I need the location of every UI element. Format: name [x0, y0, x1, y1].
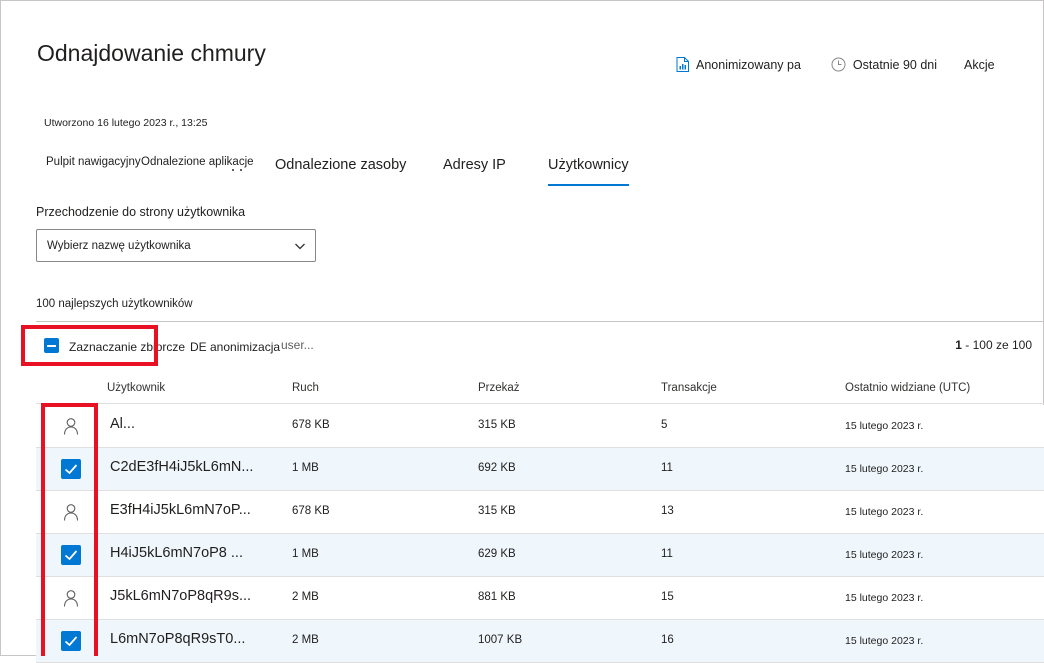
user-name-dropdown[interactable]: Wybierz nazwę użytkownika — [36, 229, 316, 262]
traffic-cell: 2 MB — [292, 591, 319, 603]
column-header-transactions[interactable]: Transakcje — [661, 382, 717, 394]
tab-ip-addresses[interactable]: Adresy IP — [443, 157, 506, 173]
bulk-select-label[interactable]: Zaznaczanie zbiorcze — [69, 340, 185, 354]
person-icon — [63, 504, 79, 521]
user-name-link[interactable]: Al... — [110, 416, 268, 432]
user-more-button[interactable]: user... — [281, 338, 314, 352]
table-row[interactable]: J5kL6mN7oP8qR9s... 2 MB 881 KB 15 15 lutego … — [36, 577, 1044, 620]
checkmark-icon — [64, 464, 78, 475]
report-button[interactable]: Anonimizowany pa — [676, 57, 801, 72]
divider — [36, 321, 1044, 322]
upload-cell: 315 KB — [478, 419, 516, 431]
column-header-user[interactable]: Użytkownik — [107, 382, 165, 394]
last-seen-cell: 15 lutego 2023 r. — [845, 635, 924, 647]
upload-cell: 315 KB — [478, 505, 516, 517]
row-selector[interactable] — [61, 502, 81, 522]
chevron-down-icon — [295, 243, 305, 250]
user-name-placeholder: Wybierz nazwę użytkownika — [47, 239, 191, 252]
paging-total: - 100 ze 100 — [961, 338, 1032, 352]
column-header-traffic[interactable]: Ruch — [292, 382, 319, 394]
table-row[interactable]: E3fH4iJ5kL6mN7oP... 678 KB 315 KB 13 15 lute… — [36, 491, 1044, 534]
last-seen-cell: 15 lutego 2023 r. — [845, 463, 924, 475]
person-icon — [63, 590, 79, 607]
last-seen-cell: 15 lutego 2023 r. — [845, 506, 924, 518]
top-users-label: 100 najlepszych użytkowników — [36, 298, 193, 310]
row-checkbox-checked[interactable] — [61, 545, 81, 565]
user-name-link[interactable]: J5kL6mN7oP8qR9s... — [110, 588, 268, 604]
page-title: Odnajdowanie chmury — [37, 40, 266, 66]
column-header-upload[interactable]: Przekaż — [478, 382, 520, 394]
table-row[interactable]: C2dE3fH4iJ5kL6mN... 1 MB 692 KB 11 15 lutego… — [36, 448, 1044, 491]
report-icon — [676, 57, 689, 72]
user-name-link[interactable]: L6mN7oP8qR9sT0... — [110, 631, 268, 647]
checkmark-icon — [64, 550, 78, 561]
clock-icon — [831, 57, 846, 72]
deanonymize-button[interactable]: DE anonimizacja — [190, 340, 280, 354]
upload-cell: 881 KB — [478, 591, 516, 603]
upload-cell: 629 KB — [478, 548, 516, 560]
table-row[interactable]: L6mN7oP8qR9sT0... 2 MB 1007 KB 16 15 lutego … — [36, 620, 1044, 663]
users-table: Al... 678 KB 315 KB 5 15 lutego 2023 r. C2dE3… — [36, 405, 1044, 663]
time-period-button[interactable]: Ostatnie 90 dni — [831, 57, 937, 72]
transactions-cell: 11 — [661, 548, 673, 560]
user-name-link[interactable]: E3fH4iJ5kL6mN7oP... — [110, 502, 268, 518]
column-header-last-seen[interactable]: Ostatnio widziane (UTC) — [845, 382, 970, 394]
table-row[interactable]: H4iJ5kL6mN7oP8 ... 1 MB 629 KB 11 15 lutego … — [36, 534, 1044, 577]
traffic-cell: 678 KB — [292, 505, 330, 517]
last-seen-cell: 15 lutego 2023 r. — [845, 592, 924, 604]
bulk-select-checkbox[interactable] — [44, 338, 59, 353]
tab-discovered-apps[interactable]: Odnalezione aplikacje — [141, 156, 254, 168]
last-seen-cell: 15 lutego 2023 r. — [845, 420, 924, 432]
upload-cell: 1007 KB — [478, 634, 523, 646]
tab-discovered-resources[interactable]: Odnalezione zasoby — [275, 157, 406, 173]
person-icon — [63, 418, 79, 435]
last-seen-cell: 15 lutego 2023 r. — [845, 549, 924, 561]
tab-dashboard[interactable]: Pulpit nawigacyjny — [46, 156, 141, 168]
command-bar: Zaznaczanie zbiorcze DE anonimizacja use… — [0, 333, 1044, 363]
traffic-cell: 678 KB — [292, 419, 330, 431]
paging-range: 1 — [955, 338, 962, 352]
row-selector[interactable] — [61, 588, 81, 608]
user-name-link[interactable]: C2dE3fH4iJ5kL6mN... — [110, 459, 268, 475]
upload-cell: 692 KB — [478, 462, 516, 474]
created-timestamp: Utworzono 16 lutego 2023 r., 13:25 — [44, 117, 208, 129]
traffic-cell: 1 MB — [292, 548, 319, 560]
transactions-cell: 13 — [661, 505, 674, 517]
user-nav-label: Przechodzenie do strony użytkownika — [36, 205, 246, 219]
row-selector[interactable] — [61, 416, 81, 436]
actions-label: Akcje — [964, 57, 995, 72]
transactions-cell: 11 — [661, 462, 673, 474]
tab-users[interactable]: Użytkownicy — [548, 157, 629, 186]
report-label: Anonimizowany pa — [696, 57, 801, 72]
transactions-cell: 5 — [661, 419, 668, 431]
actions-button[interactable]: Akcje — [964, 58, 995, 72]
transactions-cell: 16 — [661, 634, 674, 646]
table-row[interactable]: Al... 678 KB 315 KB 5 15 lutego 2023 r. — [36, 405, 1044, 448]
table-header: Użytkownik Ruch Przekaż Transakcje Ostat… — [36, 378, 1044, 404]
tab-overflow-icon[interactable] — [232, 168, 244, 172]
user-name-link[interactable]: H4iJ5kL6mN7oP8 ... — [110, 545, 268, 561]
checkmark-icon — [64, 636, 78, 647]
traffic-cell: 1 MB — [292, 462, 319, 474]
row-checkbox-checked[interactable] — [61, 631, 81, 651]
row-checkbox-checked[interactable] — [61, 459, 81, 479]
transactions-cell: 15 — [661, 591, 674, 603]
toolbar: Anonimizowany pa Ostatnie 90 dni Akcje — [676, 57, 995, 72]
traffic-cell: 2 MB — [292, 634, 319, 646]
time-period-label: Ostatnie 90 dni — [852, 57, 938, 72]
paging-info: 1 - 100 ze 100 — [955, 338, 1032, 352]
